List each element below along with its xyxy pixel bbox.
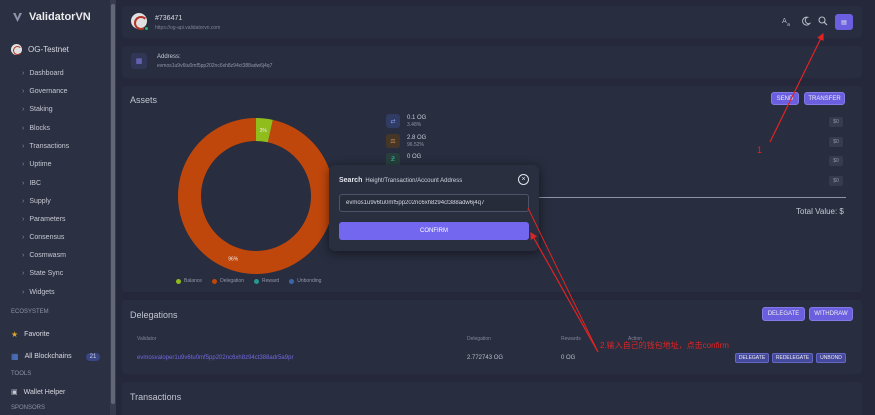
annotation-arrows (527, 32, 824, 353)
annotation-step-2: 2.输入自己的钱包地址，点击confirm (600, 341, 729, 350)
arrow-to-search-icon (769, 32, 824, 143)
arrow-to-search-input (527, 207, 599, 353)
annotation-step-1: 1 (757, 145, 763, 155)
arrow-to-confirm-button (530, 231, 599, 353)
